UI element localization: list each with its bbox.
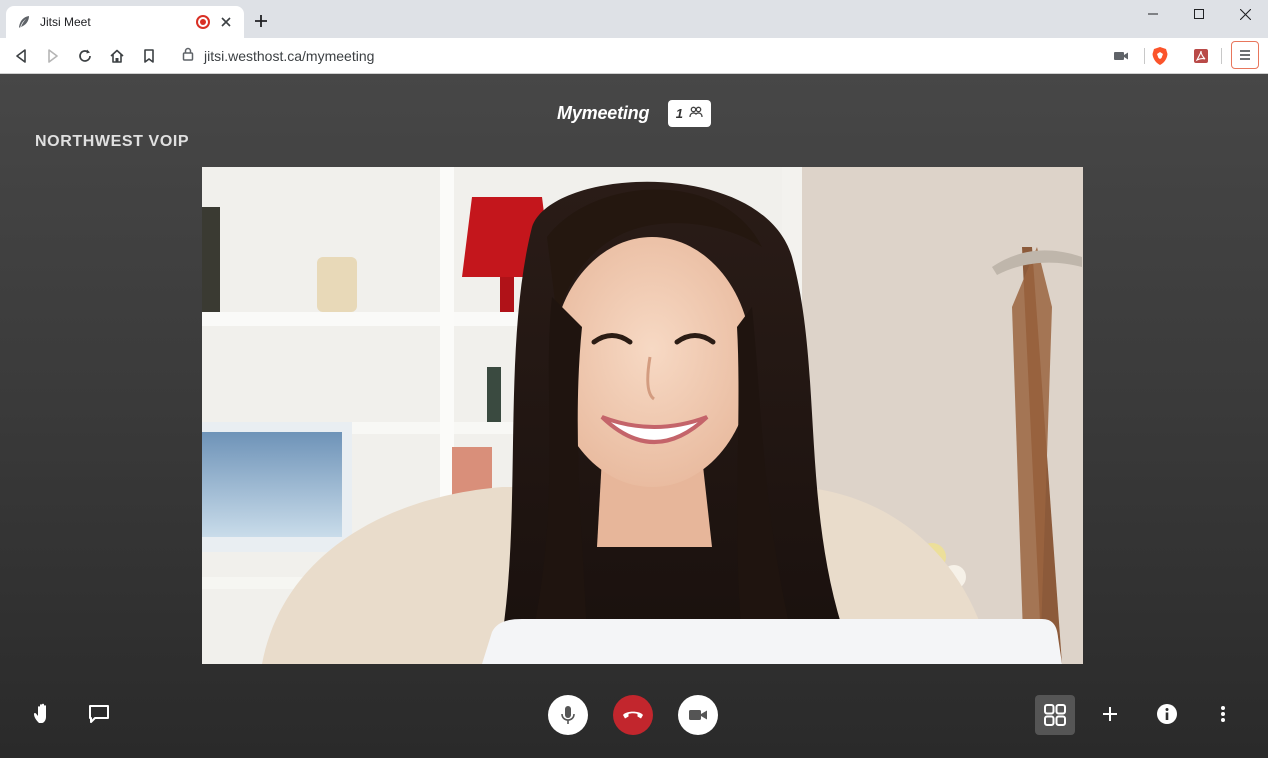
info-icon: [1157, 704, 1177, 724]
participants-count-button[interactable]: 1: [667, 100, 711, 127]
chat-icon: [89, 705, 109, 723]
microphone-button[interactable]: [548, 695, 588, 735]
hangup-button[interactable]: [613, 695, 653, 735]
camera-in-use-icon[interactable]: [1112, 47, 1130, 65]
video-feed[interactable]: [202, 167, 1083, 664]
participants-icon: [689, 105, 703, 122]
meeting-stage: Mymeeting 1 NORTHWEST VOIP: [0, 74, 1268, 758]
recording-indicator-icon: [196, 15, 210, 29]
hand-icon: [34, 703, 46, 723]
microphone-icon: [561, 706, 575, 724]
video-camera-icon: [689, 710, 707, 720]
tile-view-button[interactable]: [1035, 695, 1075, 735]
more-options-button[interactable]: [1211, 702, 1235, 726]
back-button[interactable]: [7, 42, 35, 70]
pdf-extension-icon[interactable]: [1187, 42, 1215, 70]
minimize-button[interactable]: [1130, 0, 1176, 28]
camera-button[interactable]: [678, 695, 718, 735]
raise-hand-button[interactable]: [30, 700, 58, 728]
browser-toolbar: jitsi.westhost.ca/mymeeting: [0, 38, 1268, 74]
reload-button[interactable]: [71, 42, 99, 70]
meeting-header: Mymeeting 1: [0, 100, 1268, 127]
more-vertical-icon: [1221, 706, 1225, 722]
toolbar-separator: [1144, 48, 1145, 64]
meeting-toolbar: [0, 670, 1268, 758]
invite-button[interactable]: [1098, 702, 1122, 726]
hangup-phone-icon: [623, 711, 643, 719]
brave-shields-icon[interactable]: [1146, 42, 1174, 70]
lock-icon: [182, 47, 194, 66]
tile-view-icon: [1044, 704, 1066, 726]
tab-title: Jitsi Meet: [40, 15, 91, 29]
close-window-button[interactable]: [1222, 0, 1268, 28]
participant-video-image: [202, 167, 1083, 664]
feather-icon: [16, 14, 32, 30]
home-button[interactable]: [103, 42, 131, 70]
info-button[interactable]: [1155, 702, 1179, 726]
forward-button[interactable]: [39, 42, 67, 70]
url-text: jitsi.westhost.ca/mymeeting: [204, 48, 375, 64]
browser-tab-bar: Jitsi Meet: [0, 0, 1268, 38]
bookmark-button[interactable]: [135, 42, 163, 70]
toolbar-separator: [1221, 48, 1222, 64]
browser-tab[interactable]: Jitsi Meet: [6, 6, 244, 38]
hamburger-menu-icon[interactable]: [1231, 41, 1259, 69]
chat-button[interactable]: [86, 701, 112, 727]
close-tab-icon[interactable]: [218, 14, 234, 30]
new-tab-button[interactable]: [250, 10, 272, 32]
address-bar[interactable]: jitsi.westhost.ca/mymeeting: [172, 42, 1140, 70]
participant-count: 1: [675, 106, 683, 121]
brand-watermark: NORTHWEST VOIP: [35, 133, 190, 150]
meeting-name: Mymeeting: [557, 103, 650, 123]
maximize-button[interactable]: [1176, 0, 1222, 28]
plus-icon: [1103, 707, 1117, 721]
